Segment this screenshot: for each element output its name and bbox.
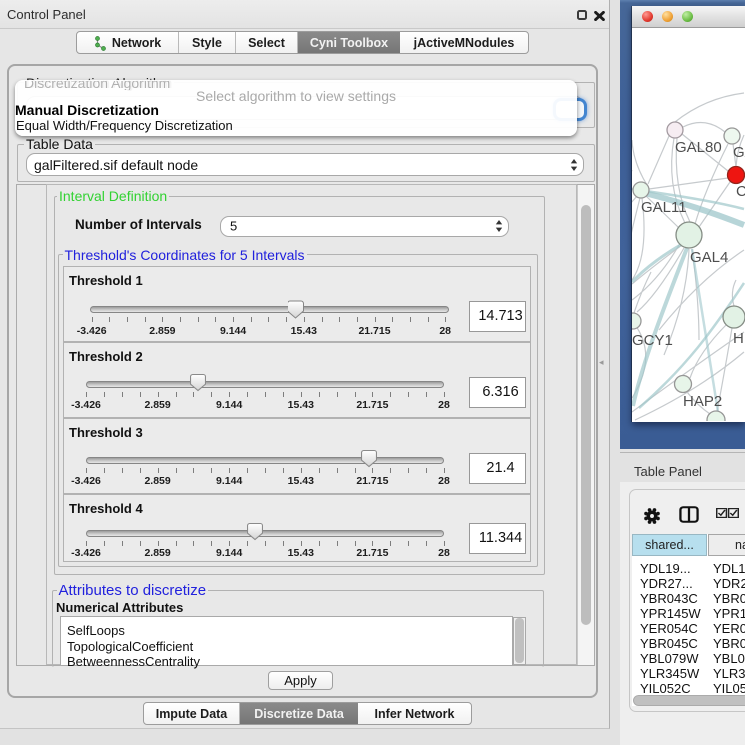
svg-text:C: C xyxy=(736,183,745,200)
svg-text:GAL11: GAL11 xyxy=(641,199,687,216)
svg-text:HAP2: HAP2 xyxy=(683,393,722,410)
svg-text:GAL4: GAL4 xyxy=(690,249,728,266)
svg-text:GAL80: GAL80 xyxy=(675,139,722,156)
svg-text:GA: GA xyxy=(733,144,745,161)
svg-text:GCY1: GCY1 xyxy=(632,332,673,349)
svg-text:H: H xyxy=(733,330,744,347)
